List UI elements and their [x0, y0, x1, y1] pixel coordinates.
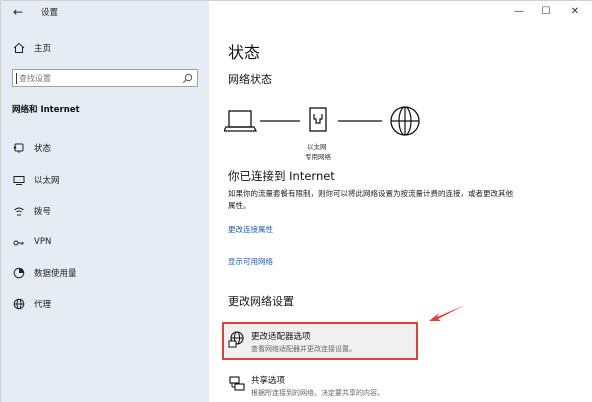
- sidebar-item-dialup[interactable]: 拨号: [1, 202, 209, 220]
- ethernet-icon: [13, 176, 25, 185]
- sidebar-item-label: 以太网: [34, 176, 60, 186]
- sidebar-item-label: 状态: [34, 144, 52, 154]
- settings-window: ← 设置 主页 网络和 Internet 状态: [0, 0, 592, 402]
- search-box[interactable]: [12, 69, 198, 87]
- option-subtitle: 根据所连接到的网络，决定要共享的内容。: [251, 389, 384, 397]
- ethernet-label: 以太网: [307, 143, 327, 151]
- sharing-options[interactable]: 共享选项 根据所连接到的网络，决定要共享的内容。: [223, 366, 419, 402]
- data-usage-icon: [13, 267, 25, 279]
- sidebar-item-home[interactable]: 主页: [1, 39, 209, 57]
- change-network-settings-heading: 更改网络设置: [228, 295, 294, 308]
- sidebar-item-label: VPN: [34, 237, 52, 247]
- sidebar-item-vpn[interactable]: VPN: [1, 234, 209, 252]
- sidebar-item-label: 数据使用量: [34, 269, 77, 279]
- option-subtitle: 查看网络适配器并更改连接设置。: [251, 345, 356, 353]
- proxy-icon: [13, 298, 25, 310]
- network-type-label: 专用网络: [305, 153, 331, 161]
- section-title: 网络和 Internet: [12, 105, 80, 115]
- sidebar-item-label: 代理: [34, 300, 52, 310]
- maximize-button[interactable]: ☐: [535, 4, 557, 20]
- search-icon[interactable]: [182, 73, 193, 84]
- sidebar-item-ethernet[interactable]: 以太网: [1, 171, 209, 189]
- back-arrow-icon[interactable]: ←: [10, 4, 26, 20]
- sidebar-item-label: 主页: [34, 44, 52, 54]
- show-available-networks-link[interactable]: 显示可用网络: [228, 256, 273, 267]
- sidebar: ← 设置 主页 网络和 Internet 状态: [1, 1, 209, 402]
- close-button[interactable]: ✕: [564, 4, 586, 20]
- home-icon: [13, 42, 25, 53]
- title-bar: ← 设置: [1, 1, 209, 23]
- minimize-button[interactable]: —: [508, 4, 530, 20]
- change-connection-properties-link[interactable]: 更改连接属性: [228, 224, 273, 235]
- network-status-heading: 网络状态: [228, 73, 272, 86]
- sidebar-item-proxy[interactable]: 代理: [1, 295, 209, 313]
- connection-description: 如果你的流量套餐有限制，则你可以将此网络设置为按流量计费的连接，或者更改其他属性…: [228, 189, 513, 210]
- globe-icon: [390, 106, 420, 136]
- page-title: 状态: [228, 43, 261, 62]
- computer-icon: [224, 110, 258, 132]
- option-title: 共享选项: [251, 376, 286, 386]
- main-content: — ☐ ✕ 状态 网络状态 以太网 专用网络 你已连接到 Internet 如果…: [209, 1, 592, 402]
- dialup-icon: [14, 207, 24, 216]
- search-input[interactable]: [16, 72, 176, 84]
- option-title: 更改适配器选项: [251, 332, 311, 342]
- vpn-icon: [13, 240, 24, 246]
- status-icon: [13, 143, 24, 153]
- connected-heading: 你已连接到 Internet: [228, 169, 335, 183]
- app-title: 设置: [41, 8, 59, 18]
- sidebar-item-label: 拨号: [34, 207, 52, 217]
- ethernet-port-icon: [309, 107, 327, 132]
- sidebar-item-status[interactable]: 状态: [1, 139, 209, 157]
- network-diagram: [224, 106, 420, 136]
- annotation-arrow: [429, 305, 465, 321]
- adapter-icon: [228, 331, 244, 348]
- change-adapter-options[interactable]: 更改适配器选项 查看网络适配器并更改连接设置。: [223, 322, 419, 360]
- sharing-icon: [229, 376, 245, 391]
- sidebar-item-data-usage[interactable]: 数据使用量: [1, 264, 209, 282]
